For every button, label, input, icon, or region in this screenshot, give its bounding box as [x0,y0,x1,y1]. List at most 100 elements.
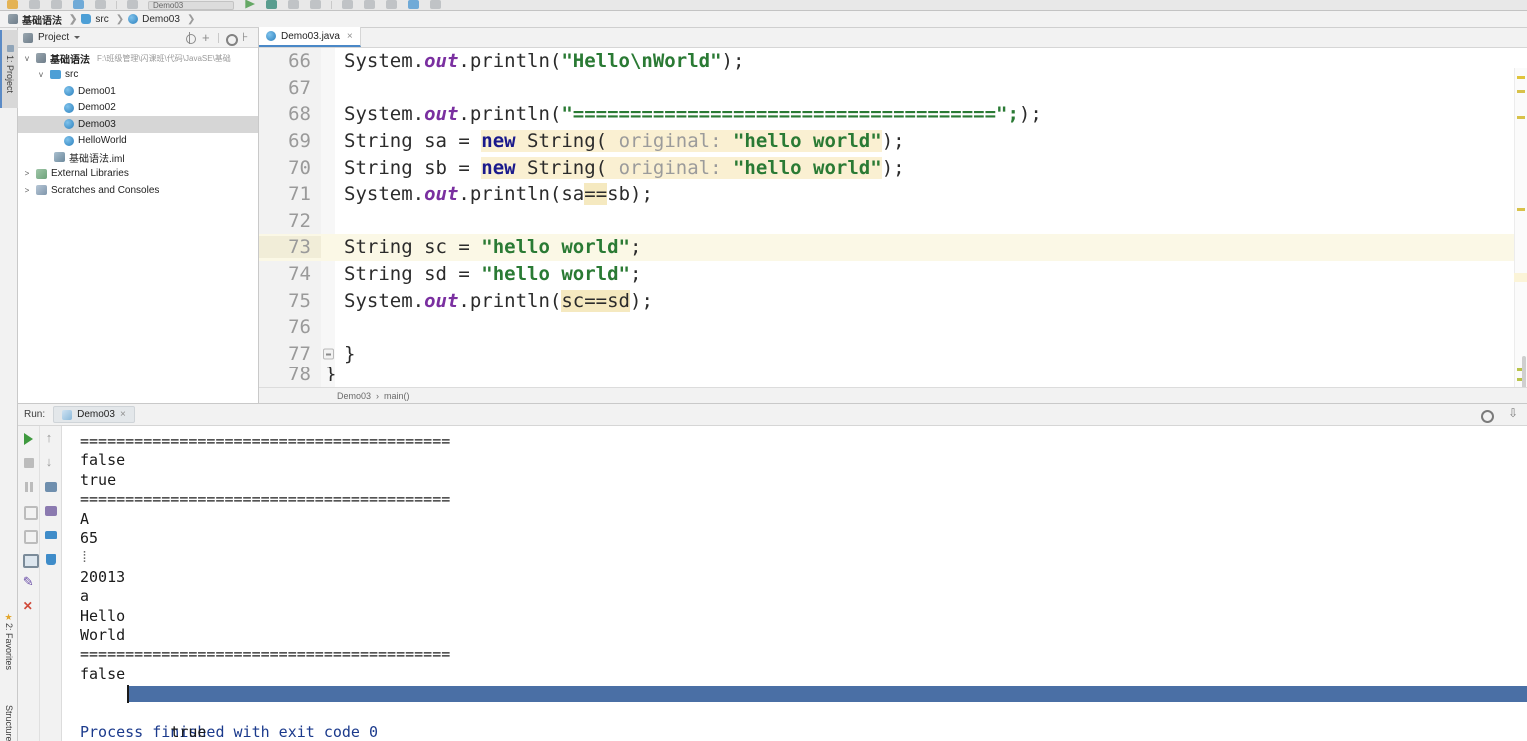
expand-all-icon[interactable] [201,30,213,45]
debug-icon[interactable] [265,0,278,10]
code-line-74[interactable]: 74 String sd = "hello world"; [259,261,1527,288]
settings-icon[interactable] [407,0,420,10]
tree-node-scratches[interactable]: > Scratches and Consoles [18,182,258,199]
tree-node-demo02[interactable]: Demo02 [18,100,258,117]
run-tab-demo03[interactable]: Demo03 × [53,406,135,423]
tree-node-module[interactable]: v 基础语法 F:\班级管理\闪课班\代码\JavaSE\基础 [18,50,258,67]
tree-node-scratches-label: Scratches and Consoles [51,184,160,196]
breadcrumb-class[interactable]: Demo03 ❯ [128,14,199,25]
sidebar-item-project[interactable]: 1: Project [0,30,18,108]
rerun-icon[interactable] [22,432,36,446]
close-icon[interactable]: × [347,31,353,42]
run-panel-label: Run: [24,409,46,420]
code-line-66[interactable]: 66 System.out.println("Hello\nWorld"); [259,48,1527,75]
console-line-selected[interactable]: true [80,684,1527,741]
breadcrumb-module[interactable]: 基础语法 ❯ [8,12,81,27]
resume-icon[interactable] [22,528,38,544]
console-output[interactable]: ========================================… [62,426,1527,741]
stop-icon[interactable] [309,0,322,10]
editor-breadcrumb-method[interactable]: main() [384,391,410,401]
code-line-69[interactable]: 69 String sa = new String( original: "he… [259,128,1527,155]
search-everywhere-icon[interactable] [385,0,398,10]
chevron-down-icon[interactable] [74,36,81,39]
code-area[interactable]: 66 System.out.println("Hello\nWorld"); 6… [259,48,1527,403]
up-icon[interactable] [44,430,58,446]
code-line-78[interactable]: 78 } [259,367,1527,381]
editor-breadcrumb-class[interactable]: Demo03 [337,391,371,401]
tree-node-demo03[interactable]: Demo03 [18,116,258,133]
export-to-file-icon[interactable] [44,504,58,518]
commit-icon[interactable] [94,0,107,10]
error-stripe-scrollbar[interactable] [1514,68,1527,403]
save-icon[interactable] [28,0,41,10]
tree-node-src[interactable]: v src [18,67,258,84]
structure-icon[interactable] [429,0,442,10]
tree-node-module-path: F:\班级管理\闪课班\代码\JavaSE\基础 [97,53,231,63]
scroll-to-end-icon[interactable] [22,574,36,590]
down-icon[interactable] [44,454,58,470]
run-toolbar [18,426,62,741]
pause-icon[interactable] [22,480,36,494]
twisty-icon-src[interactable]: v [36,70,46,79]
code-line-67[interactable]: 67 [259,75,1527,102]
locate-icon[interactable] [184,31,196,44]
find-icon[interactable] [126,0,139,10]
tree-node-iml[interactable]: 基础语法.iml [18,149,258,166]
soft-wrap-icon[interactable] [22,552,39,568]
update-project-icon[interactable] [72,0,85,10]
run-configuration-selector[interactable]: Demo03 [148,0,234,10]
sidebar-item-favorites[interactable]: ★ 2: Favorites [0,600,18,684]
code-line-70[interactable]: 70 String sb = new String( original: "he… [259,154,1527,181]
project-panel: Project v 基础语法 F:\班级管理\闪课班\代码\JavaSE\基础 … [18,28,259,403]
header-divider [218,32,219,43]
tree-node-helloworld-label: HelloWorld [78,135,127,147]
run-config-icon [62,409,73,420]
trash-icon[interactable] [44,552,58,566]
settings-gear-icon[interactable] [1479,408,1494,423]
stripe-warning-marker-4[interactable] [1517,208,1525,211]
project-panel-title: Project [38,32,70,43]
stripe-warning-marker-3[interactable] [1517,116,1525,119]
code-line-68[interactable]: 68 System.out.println("=================… [259,101,1527,128]
selection-highlight [128,686,1527,703]
profile-icon[interactable] [341,0,354,10]
tree-node-demo01[interactable]: Demo01 [18,83,258,100]
console-line: ========================================… [80,645,451,664]
project-tree: v 基础语法 F:\班级管理\闪课班\代码\JavaSE\基础 v src De… [18,48,258,199]
settings-gear-icon[interactable] [224,32,238,46]
java-class-icon-4 [64,135,74,146]
dump-threads-icon[interactable] [22,504,38,520]
open-folder-icon[interactable] [6,0,19,10]
code-line-75[interactable]: 75 System.out.println(sc==sd); [259,287,1527,314]
stripe-warning-marker-2[interactable] [1517,90,1525,93]
stop-icon[interactable] [22,456,36,470]
breadcrumb-separator: › [376,390,380,401]
breadcrumb-src[interactable]: src ❯ [81,14,128,25]
tree-node-helloworld[interactable]: HelloWorld [18,133,258,150]
tree-node-module-label: 基础语法 [50,54,90,66]
sidebar-item-structure[interactable]: Structure [0,688,18,741]
code-line-73[interactable]: 73 String sc = "hello world"; [259,234,1527,261]
twisty-icon[interactable]: v [22,54,32,63]
twisty-icon-scratches[interactable]: > [22,186,32,195]
sync-icon[interactable] [50,0,63,10]
print-icon[interactable] [44,480,58,494]
stripe-warning-marker[interactable] [1517,76,1525,79]
collapse-all-icon[interactable] [241,30,253,44]
editor-tab-demo03[interactable]: Demo03.java × [259,27,361,47]
export-icon[interactable] [1507,406,1521,422]
code-line-71[interactable]: 71 System.out.println(sa==sb); [259,181,1527,208]
code-line-77[interactable]: 77 } [259,341,1527,368]
tree-node-external-libraries[interactable]: > External Libraries [18,166,258,183]
close-icon[interactable] [22,599,36,614]
twisty-icon-libs[interactable]: > [22,169,32,178]
run-icon[interactable] [243,0,256,10]
code-line-72[interactable]: 72 [259,208,1527,235]
code-line-76[interactable]: 76 [259,314,1527,341]
clear-all-icon[interactable] [44,528,58,542]
close-icon[interactable]: × [120,409,126,420]
fold-marker-icon[interactable] [323,348,334,360]
coverage-icon[interactable] [287,0,300,10]
breadcrumb-chevron-icon-2: ❯ [115,13,125,25]
attach-icon[interactable] [363,0,376,10]
